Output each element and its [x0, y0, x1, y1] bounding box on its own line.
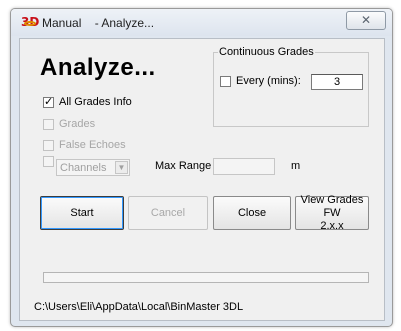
cancel-button-label: Cancel [150, 206, 186, 219]
grades-check-box [43, 118, 54, 130]
false-echoes-check-box [43, 139, 54, 151]
start-button-label: Start [70, 206, 94, 219]
minutes-input[interactable]: 3 [311, 74, 363, 90]
channels-checkbox [43, 156, 54, 167]
all-grades-info-check-box[interactable]: ✓ [43, 96, 54, 108]
title-bar[interactable]: 3D Manual - Analyze... ✕ [11, 9, 392, 36]
window-title: Manual - Analyze... [42, 16, 155, 30]
status-path: C:\Users\Eli\AppData\Local\BinMaster 3DL [34, 301, 244, 313]
max-range-input [213, 158, 275, 175]
continuous-grades-legend: Continuous Grades [218, 46, 315, 58]
analysis-progress-bar [43, 272, 369, 283]
max-range-unit: m [291, 160, 301, 172]
cancel-button: Cancel [128, 196, 208, 230]
all-grades-info-label: All Grades Info [59, 96, 132, 108]
channels-dropdown: Channels ▼ [56, 159, 130, 176]
false-echoes-checkbox: False Echoes [43, 139, 126, 151]
chevron-down-icon: ▼ [115, 161, 128, 174]
max-range-label: Max Range : [155, 160, 218, 172]
view-grades-fw-button[interactable]: View Grades FW 2.x.x [295, 193, 369, 232]
view-grades-label-line2: 2.x.x [320, 219, 344, 232]
close-icon: ✕ [360, 13, 372, 27]
all-grades-info-checkbox[interactable]: ✓ All Grades Info [43, 96, 132, 108]
grades-checkbox: Grades [43, 118, 95, 130]
page-title: Analyze... [40, 54, 156, 81]
every-mins-label: Every (mins): [236, 75, 301, 87]
close-window-button[interactable]: ✕ [346, 11, 386, 30]
channels-dropdown-value: Channels [60, 162, 107, 174]
every-mins-check-box[interactable] [220, 75, 231, 87]
close-button-label: Close [237, 206, 267, 219]
false-echoes-label: False Echoes [59, 139, 126, 151]
analyze-dialog: 3D Manual - Analyze... ✕ Analyze... ✓ Al… [10, 8, 393, 327]
grades-label: Grades [59, 118, 96, 130]
start-button[interactable]: Start [40, 196, 124, 230]
dialog-client-area: Analyze... ✓ All Grades Info Grades Fals… [19, 38, 385, 321]
close-button[interactable]: Close [213, 196, 291, 230]
app-icon: 3D [21, 15, 39, 29]
view-grades-label-line1: View Grades FW [300, 193, 364, 219]
app-icon-ring [24, 21, 36, 26]
every-mins-checkbox[interactable]: Every (mins): [220, 75, 301, 87]
continuous-grades-group: Continuous Grades Every (mins): 3 [213, 46, 369, 127]
minutes-input-value: 3 [333, 76, 341, 88]
